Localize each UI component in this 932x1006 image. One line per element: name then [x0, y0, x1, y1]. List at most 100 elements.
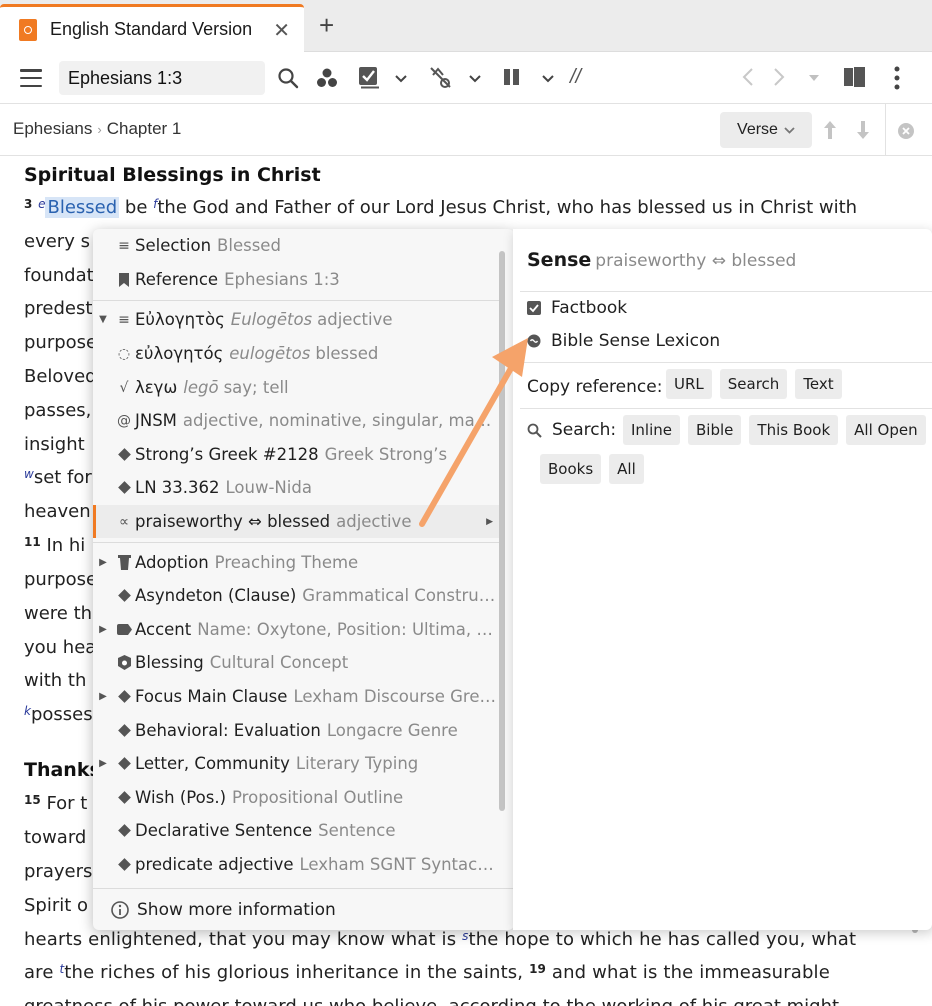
lexicon-icon	[527, 334, 541, 348]
search-icon[interactable]	[277, 67, 299, 89]
menu-item-wish[interactable]: Wish (Pos.) Propositional Outline	[93, 781, 499, 814]
verse-text: and what is the immeasurable	[546, 962, 830, 983]
verse-mode-dropdown[interactable]: Verse	[720, 112, 812, 148]
text-line: were th	[24, 603, 93, 624]
columns-icon[interactable]	[503, 68, 521, 86]
menu-item-letter-community[interactable]: ▶ Letter, Community Literary Typing	[93, 747, 499, 780]
chevron-down-icon[interactable]	[469, 75, 481, 83]
bible-sense-lexicon-link[interactable]: Bible Sense Lexicon	[527, 331, 720, 351]
menu-item-sub: adjective	[317, 310, 393, 329]
menu-item-sub: Name: Oxytone, Position: Ultima, Ty…	[197, 620, 499, 639]
search-inline-button[interactable]: Inline	[623, 415, 681, 445]
menu-item-reference[interactable]: Reference Ephesians 1:3	[93, 263, 499, 296]
diamond-icon	[113, 447, 135, 463]
search-books-button[interactable]: Books	[540, 454, 602, 484]
menu-item-accent[interactable]: ▶ Accent Name: Oxytone, Position: Ultima,…	[93, 613, 499, 646]
menu-item-adoption[interactable]: ▶ Adoption Preaching Theme	[93, 546, 499, 579]
menu-scrollbar[interactable]	[499, 251, 505, 811]
forward-arrow-icon[interactable]	[773, 67, 785, 87]
footnote-marker[interactable]: k	[24, 704, 31, 718]
bookmark-icon	[113, 272, 135, 287]
verse-number: 19	[529, 962, 547, 976]
text-line: hearts enlightened, that you may know wh…	[24, 929, 856, 950]
sense-icon: ∝	[118, 513, 129, 530]
expand-right-icon[interactable]: ▶	[93, 691, 113, 702]
menu-item-sense[interactable]: ∝ praiseworthy ⇔ blessed adjective ▶	[93, 505, 499, 538]
expand-down-icon[interactable]: ▼	[93, 314, 113, 325]
menu-item-word[interactable]: ▼ ≡ Εὐλογητὸς Eulogētos adjective	[93, 303, 499, 336]
menu-item-label: Letter, Community	[135, 754, 290, 773]
tab-close-icon[interactable]: ✕	[273, 18, 290, 43]
back-arrow-icon[interactable]	[742, 67, 754, 87]
reference-input[interactable]	[59, 61, 265, 95]
history-dropdown-icon[interactable]	[808, 74, 820, 82]
menu-item-focus-main-clause[interactable]: ▶ Focus Main Clause Lexham Discourse Gree…	[93, 680, 499, 713]
tab-esv[interactable]: English Standard Version ✕	[0, 4, 304, 52]
text-line: are tthe riches of his glorious inherita…	[24, 962, 830, 983]
menu-item-sub: Cultural Concept	[209, 653, 349, 672]
verse-text: For t	[46, 793, 88, 814]
diamond-icon	[113, 480, 135, 496]
text-line: foundat	[24, 265, 94, 286]
menu-item-predicate-adjective[interactable]: predicate adjective Lexham SGNT Syntactic…	[93, 848, 499, 881]
show-more-information[interactable]: Show more information	[93, 891, 514, 929]
expand-right-icon[interactable]: ▶	[93, 758, 113, 769]
expand-right-icon[interactable]: ▶	[93, 624, 113, 635]
chevron-down-icon[interactable]	[395, 75, 407, 83]
verse-text: the hope to which he has called you, wha…	[468, 929, 857, 950]
menu-item-louw-nida[interactable]: LN 33.362 Louw-Nida	[93, 471, 499, 504]
menu-hamburger-icon[interactable]	[20, 69, 42, 87]
menu-item-sub: Ephesians 1:3	[224, 270, 340, 289]
interlinear-icon[interactable]	[428, 65, 454, 91]
search-label-row: Search:	[527, 420, 616, 440]
search-all-button[interactable]: All	[609, 454, 644, 484]
copy-search-button[interactable]: Search	[719, 369, 788, 399]
checklist-icon[interactable]	[357, 65, 381, 89]
search-all-open-button[interactable]: All Open	[846, 415, 926, 445]
menu-item-morphology[interactable]: @ JNSM adjective, nominative, singular, m…	[93, 404, 499, 437]
copy-url-button[interactable]: URL	[666, 369, 712, 399]
section-heading: Thanks	[24, 759, 101, 781]
footnote-marker[interactable]: w	[24, 467, 34, 481]
menu-item-lemma[interactable]: ◌ εὐλογητός eulogētos blessed	[93, 337, 499, 370]
breadcrumb-book[interactable]: Ephesians	[13, 119, 92, 138]
menu-item-blessing[interactable]: Blessing Cultural Concept	[93, 646, 499, 679]
menu-item-root[interactable]: √ λεγω legō say; tell	[93, 371, 499, 404]
panel-layout-icon[interactable]	[843, 66, 865, 88]
factbook-link[interactable]: Factbook	[527, 298, 627, 318]
menu-item-sub: Grammatical Constructi…	[302, 586, 499, 605]
diamond-icon	[113, 588, 135, 604]
menu-item-behavioral[interactable]: Behavioral: Evaluation Longacre Genre	[93, 714, 499, 747]
more-options-icon[interactable]	[893, 65, 901, 91]
copy-text-button[interactable]: Text	[795, 369, 842, 399]
tab-bar: English Standard Version ✕ +	[0, 0, 932, 52]
context-menu: ≡ Selection Blessed Reference Ephesians 1:…	[93, 229, 514, 930]
menu-item-sub: Eulogētos	[230, 310, 313, 329]
menu-separator	[93, 300, 499, 301]
menu-item-label: Strong’s Greek #2128	[135, 445, 319, 464]
parallel-resources-icon[interactable]: //	[570, 66, 581, 89]
search-chips: Inline Bible This Book All Open	[623, 415, 926, 445]
text-line: Spirit o	[24, 895, 89, 916]
expand-right-icon[interactable]: ▶	[93, 557, 113, 568]
arrow-up-icon[interactable]	[822, 119, 838, 141]
menu-item-declarative-sentence[interactable]: Declarative Sentence Sentence	[93, 814, 499, 847]
search-bible-button[interactable]: Bible	[688, 415, 742, 445]
menu-item-sub: Longacre Genre	[326, 721, 458, 740]
at-icon: @	[117, 412, 131, 429]
new-tab-button[interactable]: +	[319, 12, 334, 38]
panel-separator	[520, 408, 932, 409]
chevron-down-icon[interactable]	[542, 75, 554, 83]
visual-filter-icon[interactable]	[316, 67, 338, 89]
arrow-down-icon[interactable]	[855, 119, 871, 141]
breadcrumb-chapter[interactable]: Chapter 1	[107, 119, 182, 138]
text-line: heaven	[24, 501, 91, 522]
text-line: every s	[24, 231, 90, 252]
clear-icon[interactable]	[897, 122, 915, 140]
selected-word[interactable]: Blessed	[45, 197, 120, 218]
search-this-book-button[interactable]: This Book	[749, 415, 839, 445]
menu-item-asyndeton[interactable]: Asyndeton (Clause) Grammatical Constructi…	[93, 579, 499, 612]
menu-item-selection[interactable]: ≡ Selection Blessed	[93, 229, 499, 262]
verse-number: 11	[24, 535, 41, 549]
menu-item-strongs[interactable]: Strong’s Greek #2128 Greek Strong’s	[93, 438, 499, 471]
